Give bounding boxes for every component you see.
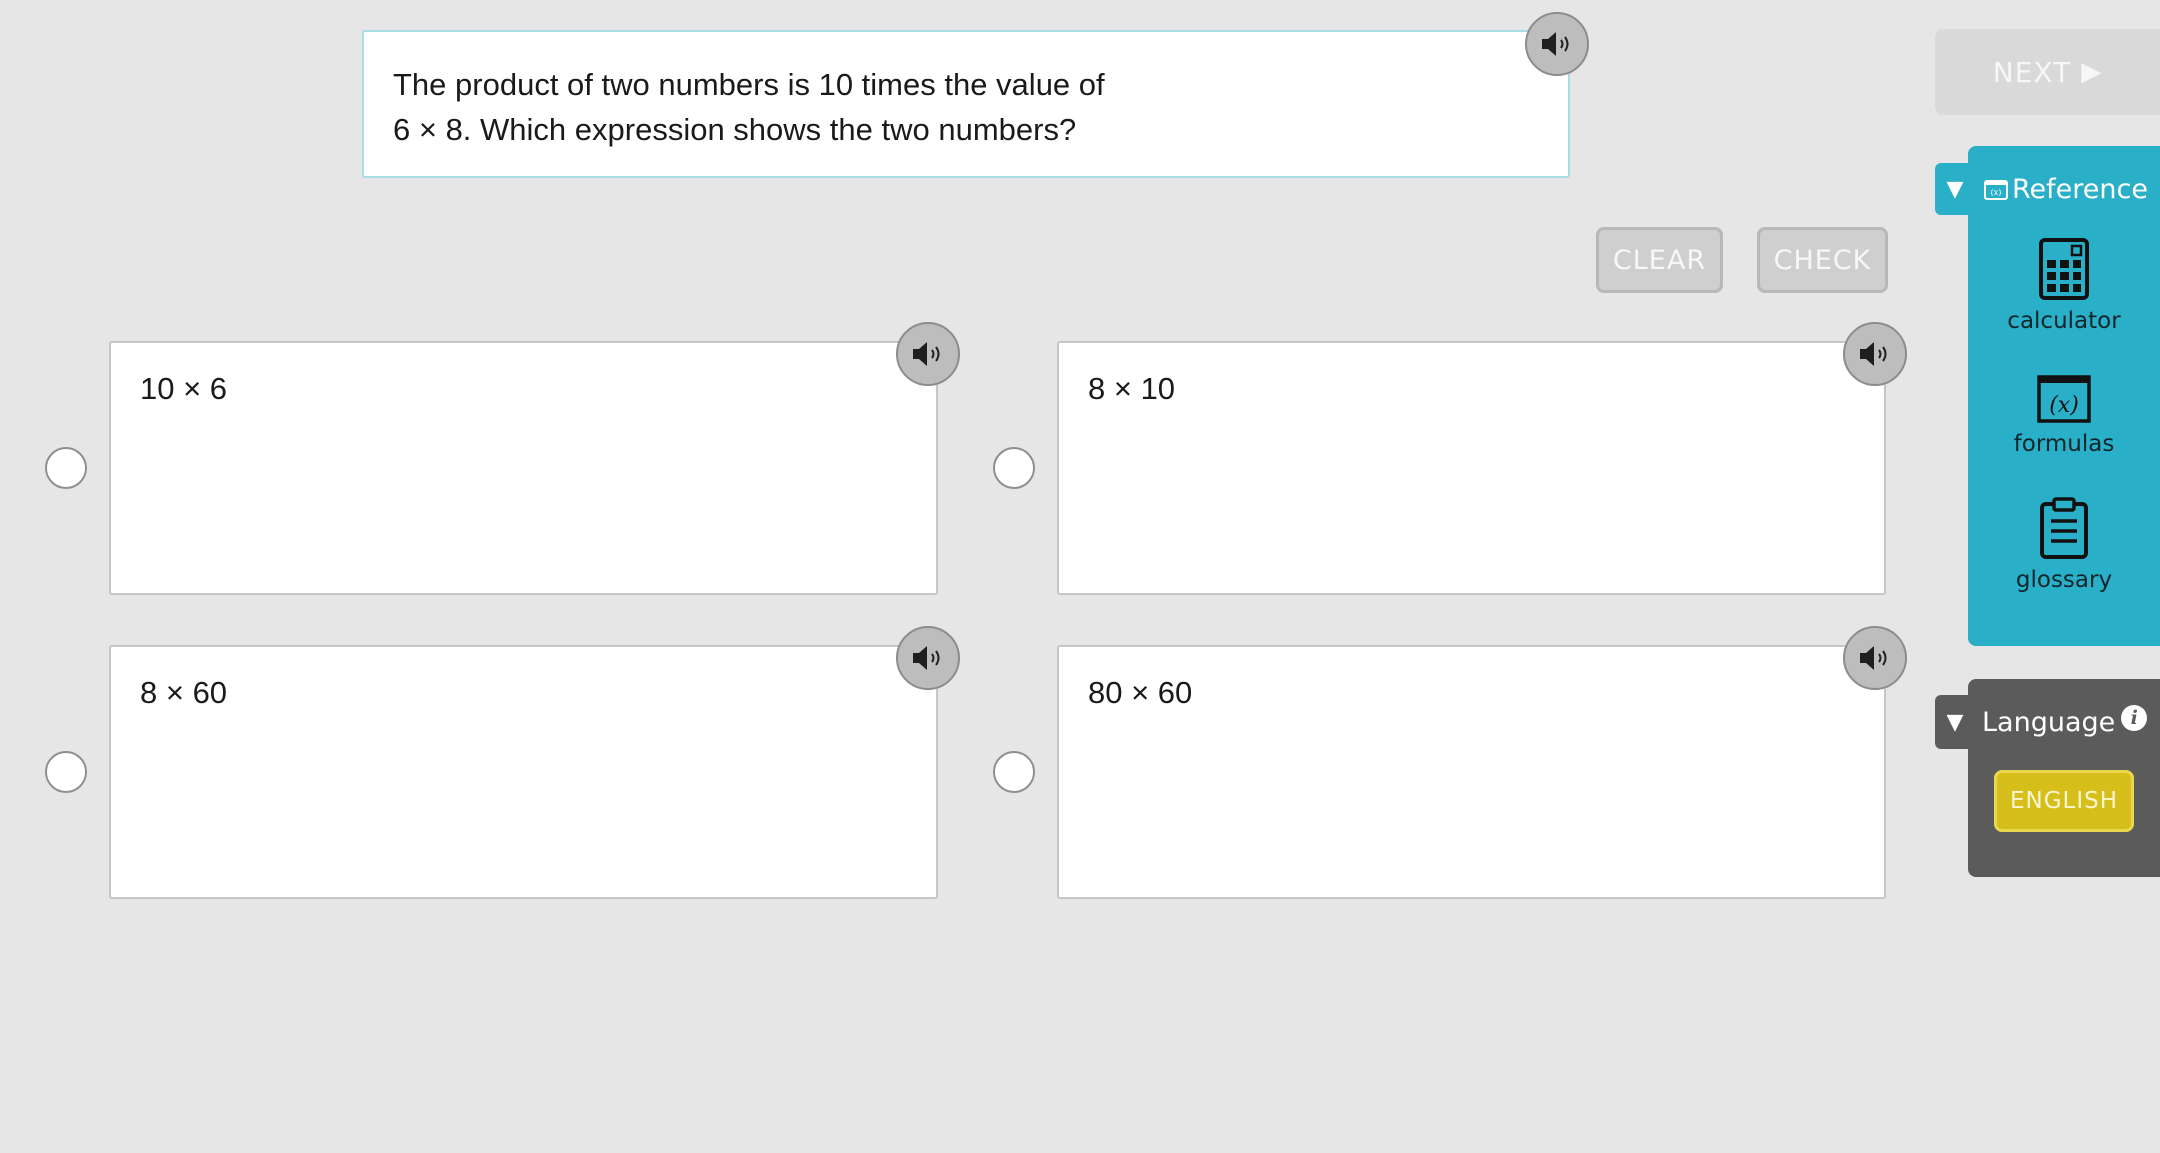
calculator-label: calculator [2007, 308, 2121, 334]
option-card-4[interactable]: 80 × 60 [1057, 645, 1886, 899]
option-radio-3[interactable] [45, 751, 87, 793]
svg-text:(x): (x) [2049, 393, 2079, 418]
option-label-4: 80 × 60 [1088, 675, 1193, 710]
speaker-icon [1542, 32, 1569, 56]
reference-icon: (x) [1984, 179, 2008, 200]
option-radio-4[interactable] [993, 751, 1035, 793]
triangle-down-icon: ▼ [1946, 176, 1964, 202]
language-panel: Language i ENGLISH [1968, 679, 2160, 877]
glossary-tool[interactable]: glossary [1968, 497, 2160, 593]
calculator-tool[interactable]: calculator [1968, 238, 2160, 334]
question-text: The product of two numbers is 10 times t… [393, 62, 1493, 152]
next-button[interactable]: NEXT ▶ [1935, 29, 2160, 115]
triangle-down-icon: ▼ [1946, 709, 1964, 735]
clipboard-icon [2040, 497, 2088, 559]
speaker-icon [913, 342, 940, 366]
formulas-tool[interactable]: (x) formulas [1968, 375, 2160, 457]
option-card-2[interactable]: 8 × 10 [1057, 341, 1886, 595]
option-audio-button-3[interactable] [896, 626, 960, 690]
option-label-1: 10 × 6 [140, 371, 228, 406]
option-label-2: 8 × 10 [1088, 371, 1176, 406]
glossary-label: glossary [2015, 567, 2113, 593]
english-language-button[interactable]: ENGLISH [1994, 770, 2134, 832]
speaker-icon [1860, 342, 1887, 366]
question-prompt: The product of two numbers is 10 times t… [362, 30, 1570, 178]
reference-title: (x) Reference [1984, 174, 2148, 205]
option-label-3: 8 × 60 [140, 675, 228, 710]
question-text-line1: The product of two numbers is 10 times t… [393, 67, 1105, 102]
info-icon[interactable]: i [2121, 704, 2148, 731]
option-card-3[interactable]: 8 × 60 [109, 645, 938, 899]
option-card-1[interactable]: 10 × 6 [109, 341, 938, 595]
language-title: Language i [1982, 704, 2148, 738]
reference-panel: (x) Reference calculator (x) formulas gl… [1968, 146, 2160, 646]
calculator-icon [2039, 238, 2089, 300]
formulas-label: formulas [2013, 431, 2115, 457]
play-arrow-icon: ▶ [2081, 57, 2103, 87]
option-audio-button-2[interactable] [1843, 322, 1907, 386]
english-language-label: ENGLISH [2009, 788, 2119, 814]
speaker-icon [1860, 646, 1887, 670]
option-audio-button-4[interactable] [1843, 626, 1907, 690]
clear-button-label: CLEAR [1612, 244, 1707, 276]
check-button[interactable]: CHECK [1757, 227, 1888, 293]
question-audio-button[interactable] [1525, 12, 1589, 76]
clear-button[interactable]: CLEAR [1596, 227, 1723, 293]
reference-title-label: Reference [2012, 174, 2148, 205]
question-text-line2: 6 × 8. Which expression shows the two nu… [393, 112, 1077, 147]
option-radio-2[interactable] [993, 447, 1035, 489]
formulas-icon: (x) [2037, 375, 2091, 423]
option-radio-1[interactable] [45, 447, 87, 489]
next-button-label: NEXT [1992, 55, 2072, 89]
svg-text:(x): (x) [1991, 188, 2002, 197]
check-button-label: CHECK [1773, 244, 1872, 276]
option-audio-button-1[interactable] [896, 322, 960, 386]
speaker-icon [913, 646, 940, 670]
language-title-label: Language [1982, 707, 2116, 738]
